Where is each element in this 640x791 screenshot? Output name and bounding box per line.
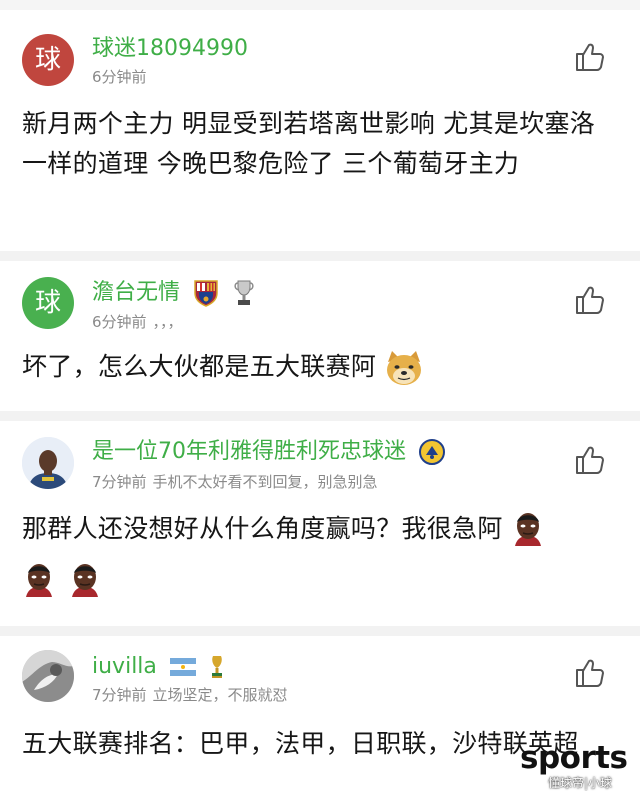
thumbs-up-icon[interactable] bbox=[574, 284, 606, 316]
username[interactable]: iuvilla bbox=[92, 654, 225, 680]
world-cup-trophy-icon bbox=[211, 656, 222, 678]
player-face-emoji-icon bbox=[26, 564, 52, 597]
comment-text: 新月两个主力 明显受到若塔离世影响 尤其是坎塞洛 一样的道理 今晚巴黎危险了 三… bbox=[22, 109, 596, 178]
divider bbox=[0, 411, 640, 421]
comment-item: 是一位70年利雅得胜利死忠球迷 7分钟前 手机不太好看不到回复，别急别急 那群人还… bbox=[0, 421, 640, 626]
avatar[interactable]: 球 bbox=[22, 34, 74, 86]
avatar[interactable] bbox=[22, 650, 74, 702]
comment-text: 那群人还没想好从什么角度赢吗？我很急阿 bbox=[22, 509, 618, 550]
trophy-icon bbox=[234, 280, 254, 305]
comment-meta: 6分钟前 bbox=[92, 68, 147, 86]
argentina-flag-icon bbox=[169, 658, 196, 676]
barcelona-badge-icon bbox=[194, 280, 218, 307]
thumbs-up-icon[interactable] bbox=[574, 657, 606, 689]
watermark-subtitle: 懂球帝|小球 bbox=[548, 776, 613, 790]
player-face-emoji-icon bbox=[72, 564, 98, 597]
al-nassr-badge-icon bbox=[419, 439, 445, 465]
avatar[interactable] bbox=[22, 437, 74, 489]
comment-meta: 7分钟前 立场坚定，不服就怼 bbox=[92, 686, 288, 704]
timestamp: 6分钟前 bbox=[92, 68, 147, 86]
watermark-title: sports bbox=[520, 740, 628, 776]
comment-meta: 6分钟前 ，，， bbox=[92, 313, 183, 331]
username[interactable]: 球迷18094990 bbox=[92, 36, 248, 62]
user-signature: 手机不太好看不到回复，别急别急 bbox=[152, 473, 378, 491]
comment-text-content: 那群人还没想好从什么角度赢吗？我很急阿 bbox=[22, 514, 503, 543]
user-signature: ，，， bbox=[152, 313, 183, 331]
avatar[interactable]: 球 bbox=[22, 277, 74, 329]
user-signature: 立场坚定，不服就怼 bbox=[152, 686, 288, 704]
username-text: 澹台无情 bbox=[92, 280, 181, 305]
sports-watermark: sports 懂球帝|小球 bbox=[520, 740, 635, 790]
timestamp: 6分钟前 bbox=[92, 313, 147, 331]
comment-text-content: 坏了，怎么大伙都是五大联赛阿 bbox=[22, 352, 377, 381]
comment-text: 坏了，怎么大伙都是五大联赛阿 bbox=[22, 347, 618, 388]
thumbs-up-icon[interactable] bbox=[574, 444, 606, 476]
username[interactable]: 是一位70年利雅得胜利死忠球迷 bbox=[92, 439, 445, 465]
username[interactable]: 澹台无情 bbox=[92, 279, 256, 307]
comment-item: 球 澹台无情 6分钟前 ，，， 坏了，怎么大伙都是五大联赛阿 bbox=[0, 261, 640, 411]
top-divider bbox=[0, 0, 640, 10]
comment-item: 球 球迷18094990 6分钟前 新月两个主力 明显受到若塔离世影响 尤其是坎… bbox=[0, 10, 640, 251]
divider bbox=[0, 626, 640, 636]
comment-meta: 7分钟前 手机不太好看不到回复，别急别急 bbox=[92, 473, 378, 491]
player-face-emoji-icon bbox=[514, 513, 541, 546]
thumbs-up-icon[interactable] bbox=[574, 41, 606, 73]
comment-feed: 球 球迷18094990 6分钟前 新月两个主力 明显受到若塔离世影响 尤其是坎… bbox=[0, 0, 640, 791]
divider bbox=[0, 251, 640, 261]
username-text: 是一位70年利雅得胜利死忠球迷 bbox=[92, 439, 406, 464]
username-text: iuvilla bbox=[92, 654, 157, 679]
doge-emoji-icon bbox=[387, 351, 422, 385]
timestamp: 7分钟前 bbox=[92, 686, 147, 704]
timestamp: 7分钟前 bbox=[92, 473, 147, 491]
